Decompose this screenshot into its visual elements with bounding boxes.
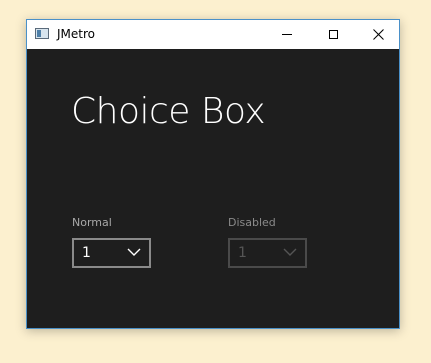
window-title: JMetro [57,27,95,41]
maximize-button[interactable] [310,20,356,49]
chevron-down-icon [283,248,297,256]
close-icon [372,29,384,40]
close-button[interactable] [355,20,401,49]
maximize-icon [328,30,338,39]
disabled-label: Disabled [228,216,276,229]
minimize-button[interactable] [264,20,310,49]
app-window: JMetro Choice Box Normal 1 Disabled 1 [26,19,400,329]
normal-choice-value: 1 [82,245,91,261]
chevron-down-icon [127,248,141,256]
minimize-icon [282,34,292,35]
title-bar[interactable]: JMetro [27,20,399,49]
content-area: Choice Box Normal 1 Disabled 1 [27,49,399,328]
app-icon [35,28,49,39]
disabled-choice-box: 1 [228,238,307,268]
page-title: Choice Box [71,91,266,132]
normal-label: Normal [72,216,112,229]
normal-choice-box[interactable]: 1 [72,238,151,268]
disabled-choice-value: 1 [238,245,247,261]
